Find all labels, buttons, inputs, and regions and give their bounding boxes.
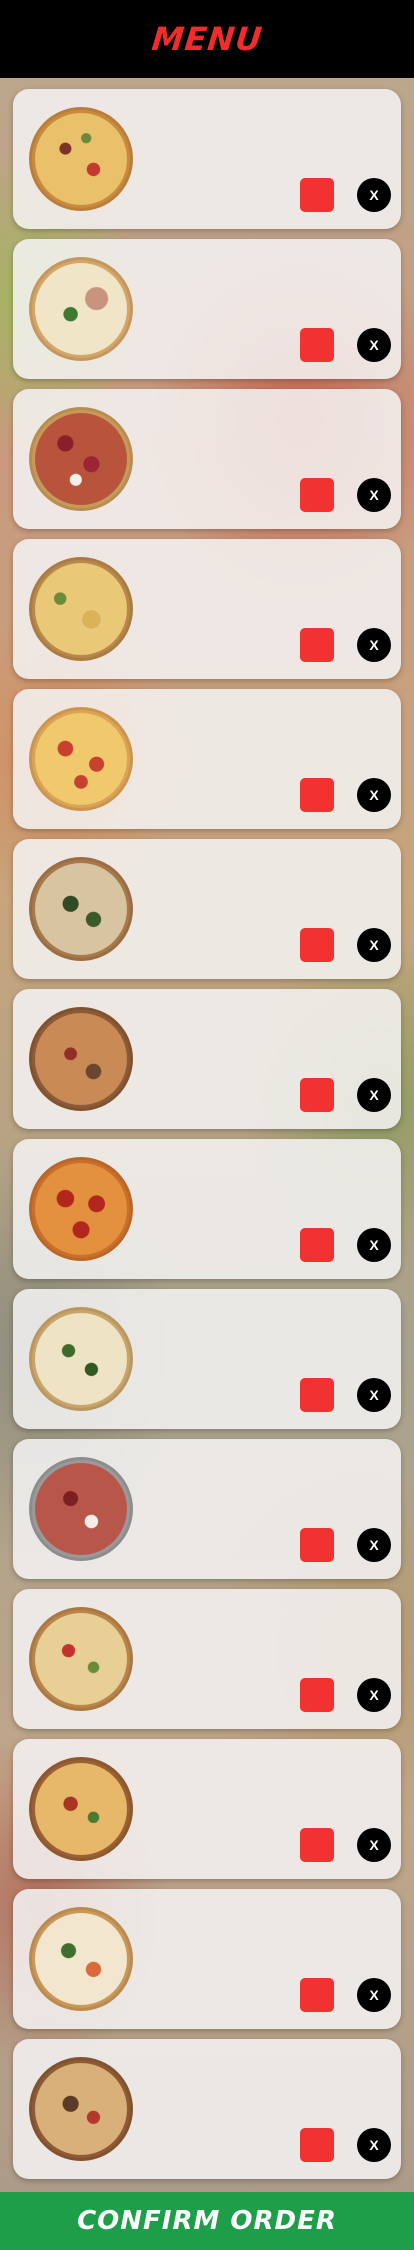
menu-item-card: X — [13, 389, 401, 529]
remove-button[interactable]: X — [357, 328, 391, 362]
remove-button[interactable]: X — [357, 1978, 391, 2012]
add-button[interactable] — [300, 628, 334, 662]
menu-item-card: X — [13, 1889, 401, 2029]
add-button[interactable] — [300, 928, 334, 962]
page-title: MENU — [149, 20, 265, 58]
pizza-image — [29, 857, 133, 961]
add-button[interactable] — [300, 178, 334, 212]
pizza-image — [29, 707, 133, 811]
menu-item-card: X — [13, 2039, 401, 2179]
header-bar: MENU — [0, 0, 414, 78]
menu-item-card: X — [13, 689, 401, 829]
menu-item-card: X — [13, 1439, 401, 1579]
pizza-image — [29, 107, 133, 211]
confirm-order-label: CONFIRM ORDER — [77, 2206, 337, 2236]
add-button[interactable] — [300, 1828, 334, 1862]
pizza-image — [29, 1757, 133, 1861]
remove-button[interactable]: X — [357, 1378, 391, 1412]
remove-button[interactable]: X — [357, 1228, 391, 1262]
pizza-image — [29, 1007, 133, 1111]
add-button[interactable] — [300, 778, 334, 812]
pizza-image — [29, 2057, 133, 2161]
remove-button[interactable]: X — [357, 2128, 391, 2162]
confirm-order-button[interactable]: CONFIRM ORDER — [0, 2192, 414, 2250]
add-button[interactable] — [300, 478, 334, 512]
remove-button[interactable]: X — [357, 778, 391, 812]
add-button[interactable] — [300, 1978, 334, 2012]
menu-item-card: X — [13, 239, 401, 379]
add-button[interactable] — [300, 1678, 334, 1712]
menu-item-card: X — [13, 1589, 401, 1729]
pizza-image — [29, 1307, 133, 1411]
menu-item-card: X — [13, 989, 401, 1129]
remove-button[interactable]: X — [357, 178, 391, 212]
add-button[interactable] — [300, 1528, 334, 1562]
add-button[interactable] — [300, 328, 334, 362]
menu-item-card: X — [13, 1739, 401, 1879]
pizza-image — [29, 557, 133, 661]
remove-button[interactable]: X — [357, 1528, 391, 1562]
remove-button[interactable]: X — [357, 628, 391, 662]
remove-button[interactable]: X — [357, 1678, 391, 1712]
remove-button[interactable]: X — [357, 1828, 391, 1862]
menu-item-card: X — [13, 1289, 401, 1429]
add-button[interactable] — [300, 1228, 334, 1262]
remove-button[interactable]: X — [357, 478, 391, 512]
pizza-image — [29, 1457, 133, 1561]
pizza-image — [29, 1907, 133, 2011]
menu-item-card: X — [13, 89, 401, 229]
menu-item-card: X — [13, 839, 401, 979]
pizza-image — [29, 1157, 133, 1261]
pizza-image — [29, 1607, 133, 1711]
add-button[interactable] — [300, 2128, 334, 2162]
menu-list: X X X X X X X X X X X X X X — [13, 89, 401, 2189]
remove-button[interactable]: X — [357, 1078, 391, 1112]
remove-button[interactable]: X — [357, 928, 391, 962]
pizza-image — [29, 407, 133, 511]
menu-item-card: X — [13, 1139, 401, 1279]
add-button[interactable] — [300, 1078, 334, 1112]
pizza-image — [29, 257, 133, 361]
menu-item-card: X — [13, 539, 401, 679]
add-button[interactable] — [300, 1378, 334, 1412]
